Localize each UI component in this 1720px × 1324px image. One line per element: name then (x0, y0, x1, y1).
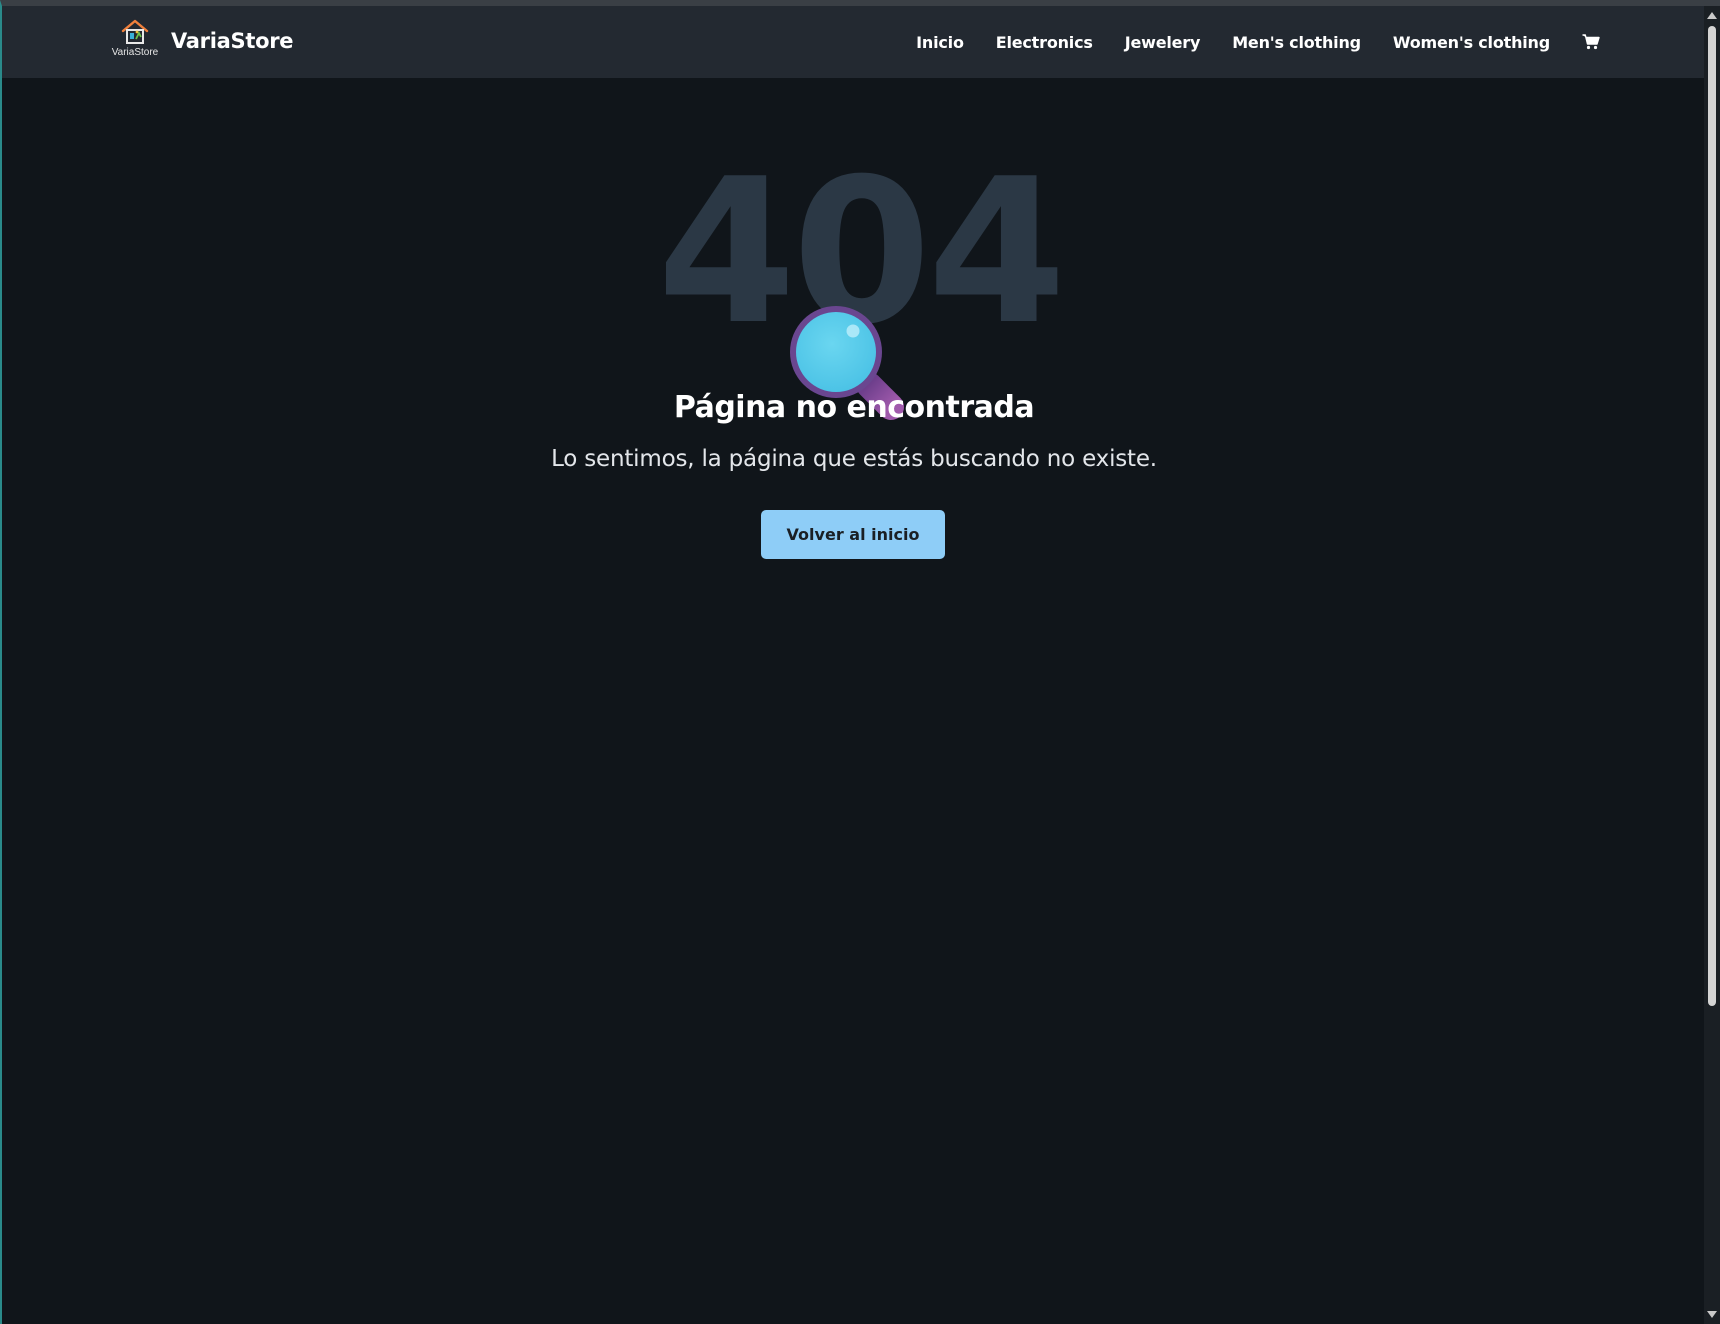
nav-link-inicio[interactable]: Inicio (916, 33, 964, 52)
vertical-scrollbar[interactable] (1704, 6, 1720, 1324)
main-content: 404 Página no encontrada Lo sentimos, la… (2, 78, 1706, 1324)
nav-link-jewelery[interactable]: Jewelery (1125, 33, 1201, 52)
nav-link-mens-clothing[interactable]: Men's clothing (1232, 33, 1361, 52)
brand-logo-text: VariaStore (111, 47, 159, 58)
browser-window: VariaStore VariaStore Inicio Electronics… (0, 0, 1720, 1324)
nav-link-electronics[interactable]: Electronics (996, 33, 1093, 52)
brand-logo[interactable]: VariaStore (109, 18, 161, 66)
scroll-up-arrow-icon[interactable] (1707, 12, 1717, 19)
nav-links: Inicio Electronics Jewelery Men's clothi… (884, 6, 1602, 78)
house-logo-icon (121, 19, 149, 44)
error-message: Lo sentimos, la página que estás buscand… (551, 446, 1157, 472)
brand[interactable]: VariaStore VariaStore (109, 18, 294, 66)
scroll-thumb[interactable] (1708, 26, 1716, 1006)
back-home-button[interactable]: Volver al inicio (761, 510, 945, 559)
scroll-down-arrow-icon[interactable] (1707, 1311, 1717, 1318)
nav-link-womens-clothing[interactable]: Women's clothing (1393, 33, 1550, 52)
shopping-cart-icon[interactable] (1582, 32, 1602, 52)
page-title: Página no encontrada (673, 390, 1035, 425)
navbar: VariaStore VariaStore Inicio Electronics… (2, 6, 1706, 78)
brand-name[interactable]: VariaStore (171, 29, 294, 53)
